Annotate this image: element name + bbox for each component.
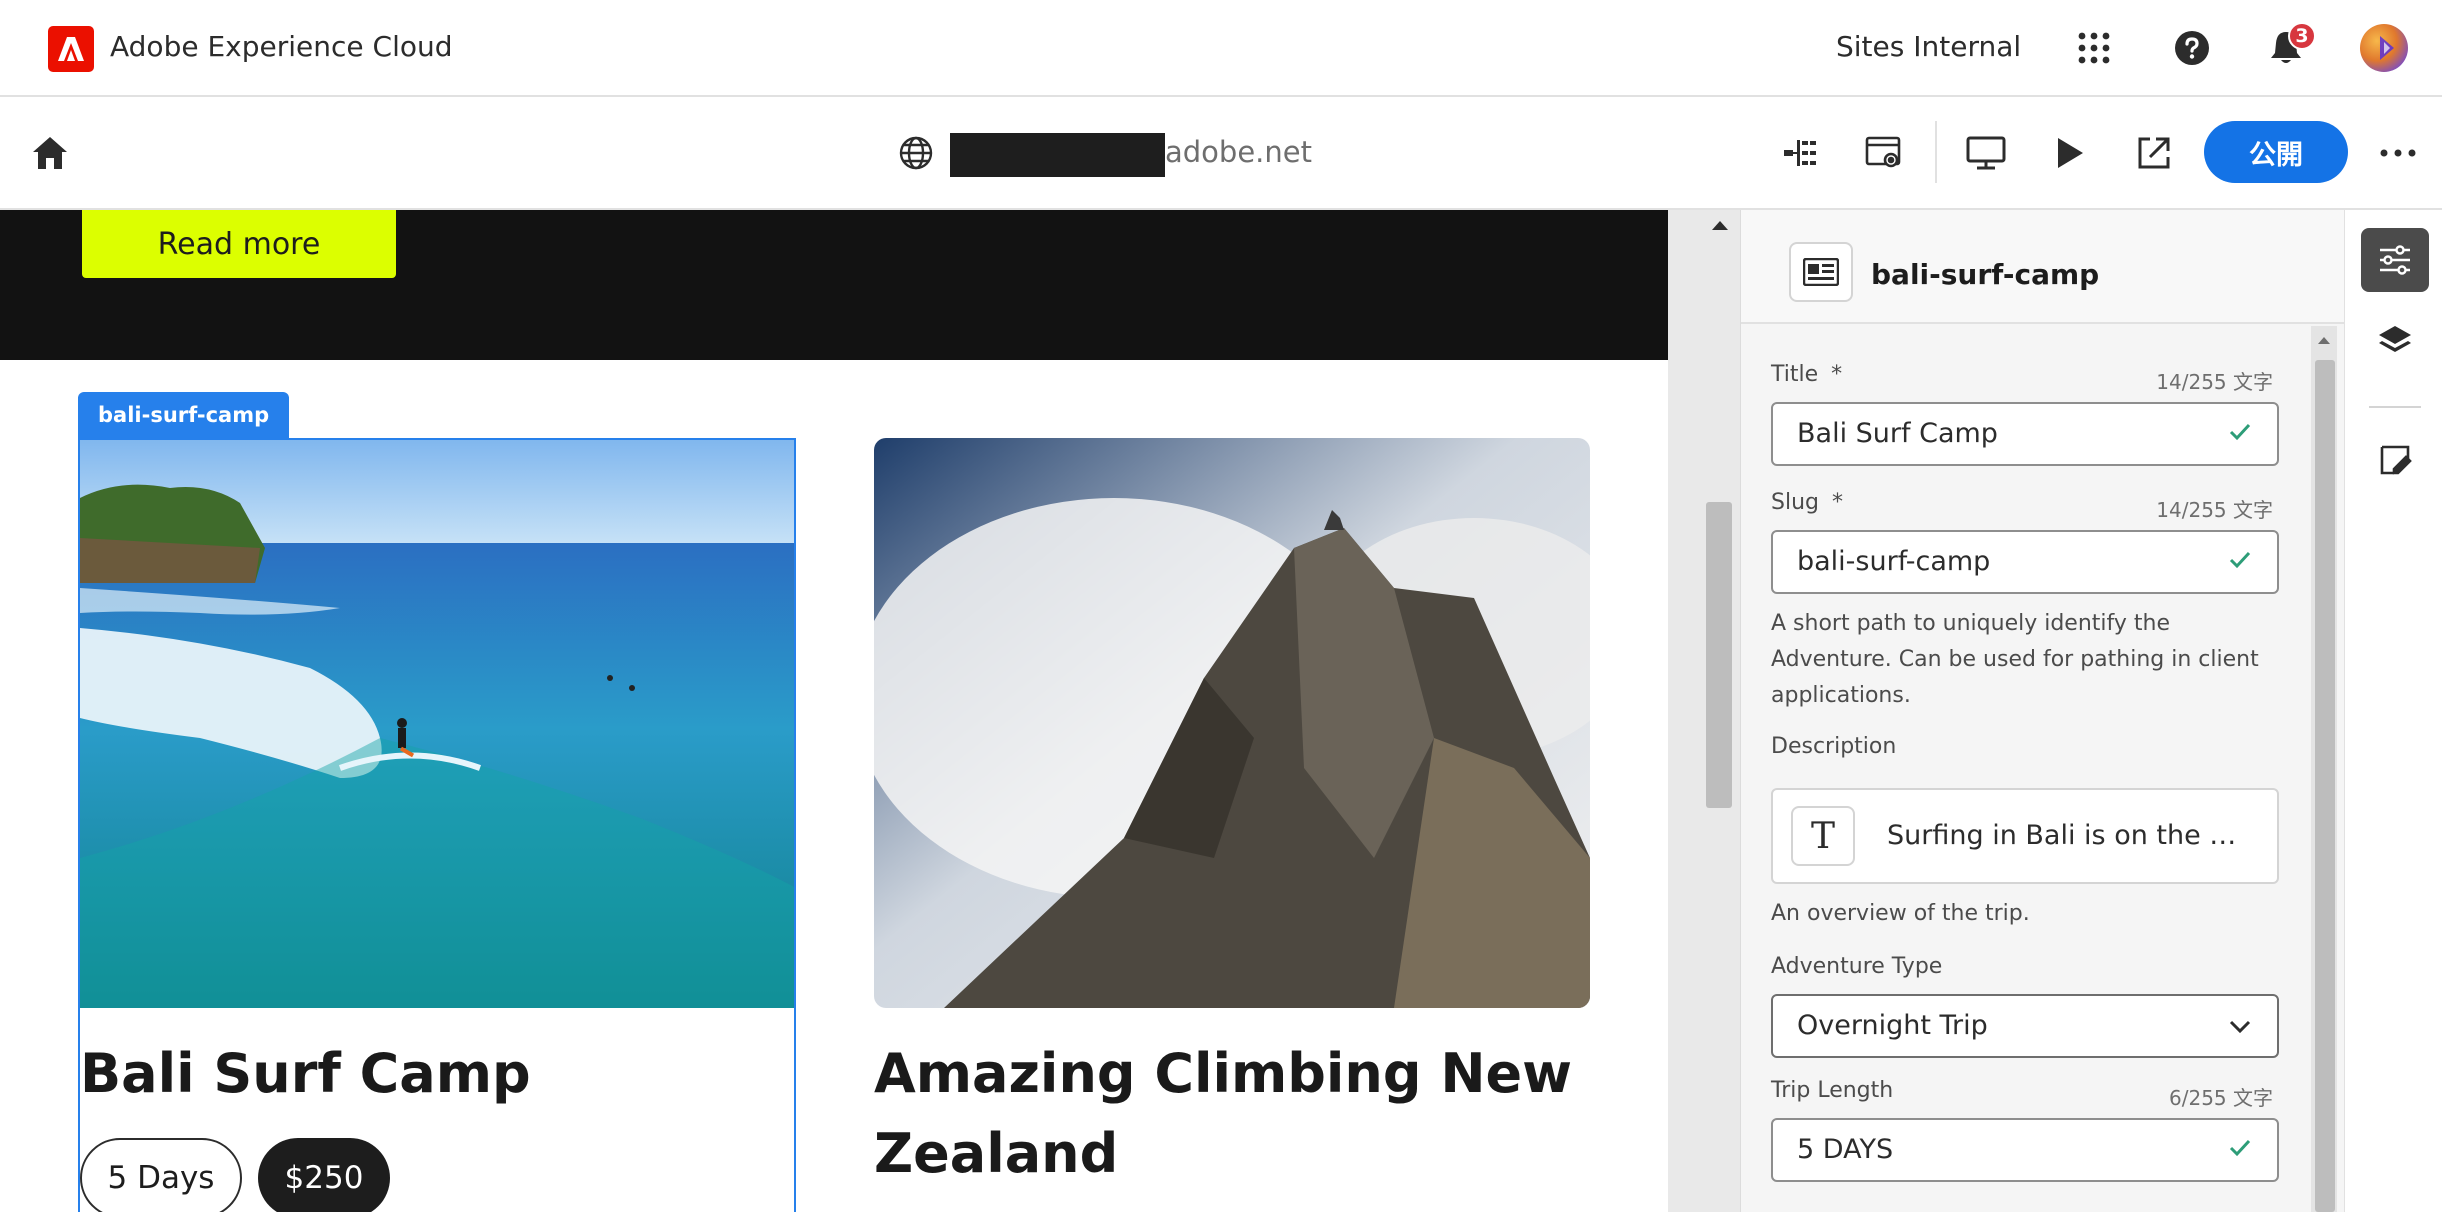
chevron-down-icon xyxy=(2229,1020,2251,1034)
shell-bar: Adobe Experience Cloud Sites Internal 3 xyxy=(0,0,2442,97)
open-external-icon[interactable] xyxy=(2126,125,2182,181)
valid-check-icon xyxy=(2229,1139,2251,1157)
description-label: Description xyxy=(1771,734,1897,759)
play-icon[interactable] xyxy=(2042,125,2098,181)
rail-divider xyxy=(2369,406,2421,408)
required-mark: * xyxy=(1832,490,1843,515)
adventure-type-value: Overnight Trip xyxy=(1797,1010,1988,1041)
panel-fields: Title * 14/255 文字 Bali Surf Camp Slug * … xyxy=(1741,326,2345,1212)
trip-length-value: 5 DAYS xyxy=(1797,1134,1894,1165)
canvas-scroll-thumb[interactable] xyxy=(1706,502,1732,808)
org-switcher[interactable]: Sites Internal xyxy=(1836,30,2021,63)
page-properties-icon[interactable] xyxy=(1856,125,1912,181)
slug-help-line: applications. xyxy=(1771,683,1911,708)
avatar[interactable] xyxy=(2360,24,2408,72)
slug-field[interactable]: bali-surf-camp xyxy=(1771,530,2279,594)
panel-scroll-up-icon[interactable] xyxy=(2316,334,2332,346)
panel-scroll-thumb[interactable] xyxy=(2315,360,2335,1212)
properties-icon[interactable] xyxy=(2361,228,2429,292)
home-icon[interactable] xyxy=(22,125,78,181)
slug-label: Slug * xyxy=(1771,490,1843,515)
slug-help-line: A short path to uniquely identify the xyxy=(1771,611,2170,636)
slug-char-count: 14/255 文字 xyxy=(2156,498,2273,522)
slug-help-text: A short path to uniquely identify the Ad… xyxy=(1771,606,2291,714)
toolbar-divider xyxy=(1935,121,1937,183)
slug-label-text: Slug xyxy=(1771,490,1819,515)
description-field[interactable]: T Surfing in Bali is on the … xyxy=(1771,788,2279,884)
slug-help-line: Adventure. Can be used for pathing in cl… xyxy=(1771,647,2259,672)
adventure-type-select[interactable]: Overnight Trip xyxy=(1771,994,2279,1058)
slug-value: bali-surf-camp xyxy=(1797,546,1991,577)
publish-button[interactable]: 公開 xyxy=(2204,121,2348,183)
properties-panel: bali-surf-camp Title * 14/255 文字 Bali Su… xyxy=(1740,210,2345,1212)
selection-frame xyxy=(78,438,796,1212)
content-tree-icon[interactable] xyxy=(1772,125,1828,181)
trip-length-field[interactable]: 5 DAYS xyxy=(1771,1118,2279,1182)
page-canvas: Read more Bali Surf Camp 5 Days $250 Ama… xyxy=(0,210,1668,1212)
content-fragment-icon xyxy=(1789,242,1853,302)
globe-icon xyxy=(888,125,944,181)
card-title-line-2: Zealand xyxy=(874,1122,1119,1185)
text-icon: T xyxy=(1791,806,1855,866)
title-field[interactable]: Bali Surf Camp xyxy=(1771,402,2279,466)
card-title-line-1: Amazing Climbing New xyxy=(874,1042,1573,1105)
required-mark: * xyxy=(1831,362,1843,387)
scroll-up-icon[interactable] xyxy=(1710,218,1730,232)
description-value: Surfing in Bali is on the … xyxy=(1887,820,2237,851)
valid-check-icon xyxy=(2229,423,2251,441)
right-rail xyxy=(2344,210,2442,1212)
title-char-count: 14/255 文字 xyxy=(2156,370,2273,394)
more-icon[interactable] xyxy=(2370,125,2426,181)
panel-title: bali-surf-camp xyxy=(1871,258,2100,291)
valid-check-icon xyxy=(2229,551,2251,569)
description-help: An overview of the trip. xyxy=(1771,901,2030,926)
notification-badge: 3 xyxy=(2288,22,2316,50)
adobe-logo-icon[interactable] xyxy=(48,26,94,72)
selection-tag[interactable]: bali-surf-camp xyxy=(78,392,290,438)
title-label: Title * xyxy=(1771,362,1842,387)
url-redacted xyxy=(950,133,1165,177)
app-name[interactable]: Adobe Experience Cloud xyxy=(110,30,453,63)
desktop-icon[interactable] xyxy=(1958,125,2014,181)
apps-grid-icon[interactable] xyxy=(2068,22,2120,74)
page-url[interactable]: adobe.net xyxy=(1165,135,1312,169)
layers-icon[interactable] xyxy=(2361,310,2429,374)
editor-toolbar: adobe.net 公開 xyxy=(0,97,2442,210)
adventure-type-label: Adventure Type xyxy=(1771,954,1943,979)
read-more-button[interactable]: Read more xyxy=(82,210,396,278)
annotate-icon[interactable] xyxy=(2361,428,2429,492)
help-icon[interactable] xyxy=(2166,22,2218,74)
panel-header: bali-surf-camp xyxy=(1741,210,2345,324)
climbing-image[interactable] xyxy=(874,438,1590,1008)
trip-length-char-count: 6/255 文字 xyxy=(2169,1086,2273,1110)
title-label-text: Title xyxy=(1771,362,1819,387)
trip-length-label: Trip Length xyxy=(1771,1078,1894,1103)
title-value: Bali Surf Camp xyxy=(1797,418,1998,449)
